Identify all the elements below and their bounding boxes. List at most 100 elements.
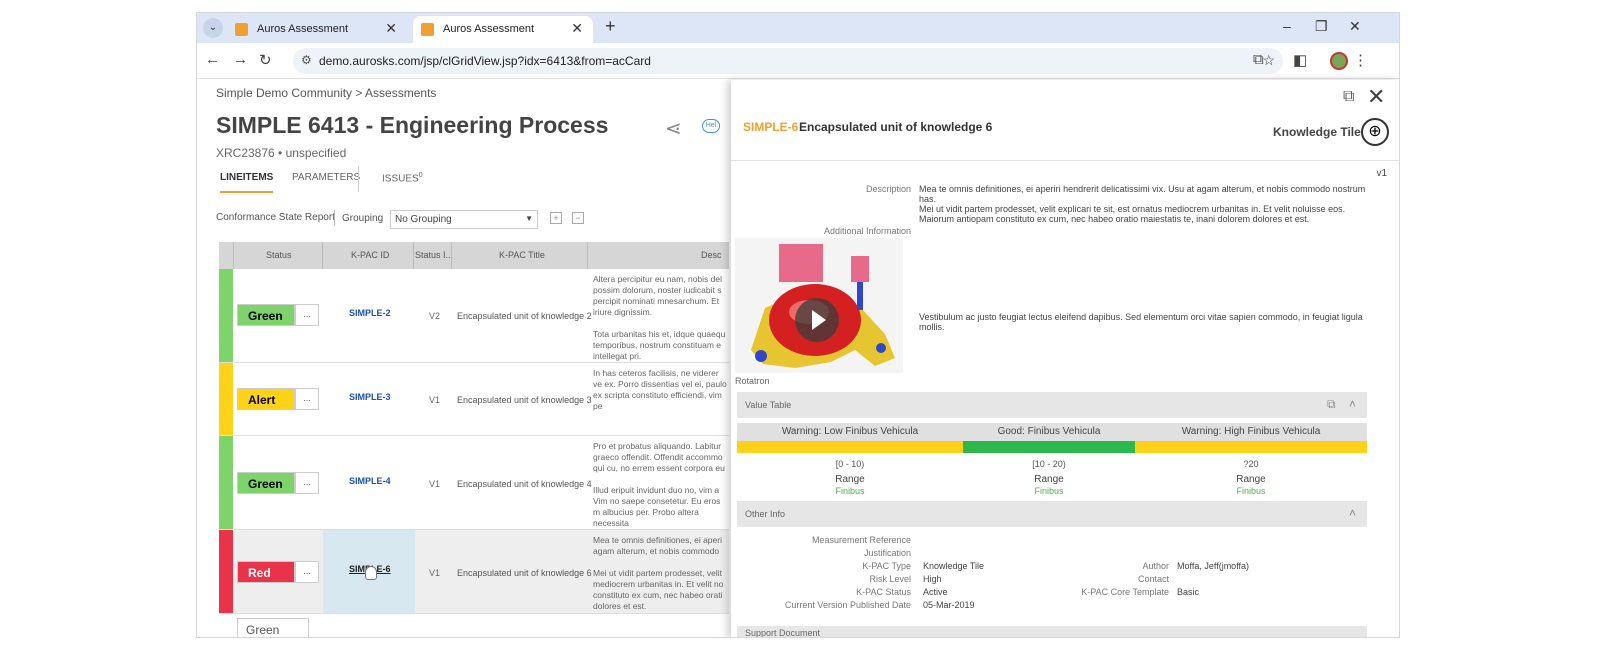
more-button[interactable]: ... — [295, 472, 319, 494]
menu-icon[interactable]: ⋮ — [1353, 51, 1368, 69]
help-button[interactable]: Hel — [702, 119, 720, 133]
video-thumbnail[interactable] — [735, 238, 903, 373]
grid-header: Status K-PAC ID Status I... K-PAC Title … — [219, 242, 729, 269]
field-value: Knowledge Tile — [923, 561, 985, 571]
close-icon[interactable]: ✕ — [1367, 84, 1385, 110]
table-row[interactable]: Green ... SIMPLE-4 V1 Encapsulated unit … — [219, 436, 729, 530]
additional-info-label: Additional Information — [823, 226, 911, 236]
tab-search-icon[interactable]: ⌄ — [203, 18, 223, 38]
field-value: Basic — [1177, 587, 1200, 597]
status-bar — [219, 269, 233, 362]
more-button[interactable]: ... — [295, 304, 319, 326]
panel-kpac-id: SIMPLE-6 — [743, 120, 799, 134]
range-sub: Finibus — [1236, 486, 1266, 496]
bookmark-star-icon[interactable]: ☆ — [1262, 52, 1275, 69]
col-status-i[interactable]: Status I... — [415, 250, 453, 260]
more-button[interactable]: ... — [295, 561, 319, 583]
chevron-down-icon: ▼ — [525, 214, 533, 223]
field-value: Active — [923, 587, 948, 597]
tab-close-icon[interactable]: ✕ — [385, 20, 397, 37]
other-info-header[interactable]: Other Info ˄ — [737, 501, 1367, 527]
support-document-header[interactable]: Support Document — [737, 626, 1367, 637]
table-row-selected[interactable]: Red ... SIMPLE-6 V1 Encapsulated unit of… — [219, 530, 729, 614]
status-bar — [219, 436, 233, 529]
hand-cursor-icon — [365, 566, 377, 580]
status-bar — [219, 363, 233, 435]
profile-avatar[interactable] — [1330, 52, 1348, 70]
tab-title: Auros Assessment — [443, 23, 535, 35]
tab-parameters[interactable]: PARAMETERS — [292, 172, 360, 183]
grid-toolbar: Conformance State Report Grouping No Gro… — [216, 210, 736, 234]
status-badge[interactable]: Red — [237, 561, 295, 583]
status-badge-partial[interactable]: Green — [237, 618, 309, 637]
tab-lineitems[interactable]: LINEITEMS — [220, 172, 274, 193]
external-link-icon[interactable]: ⧉ — [1343, 88, 1354, 106]
field-value: Moffa, Jeff(jmoffa) — [1177, 561, 1250, 571]
col-status[interactable]: Status — [266, 250, 292, 260]
auros-logo-icon — [235, 23, 248, 36]
conformance-report-link[interactable]: Conformance State Report — [216, 212, 335, 223]
play-icon[interactable] — [795, 298, 839, 342]
window-close-button[interactable]: ✕ — [1349, 18, 1361, 35]
collapse-icon[interactable]: ˄ — [1349, 397, 1356, 411]
col-divider — [451, 242, 452, 269]
new-tab-button[interactable]: + — [605, 16, 616, 37]
url-field[interactable]: ⚙ demo.aurosks.com/jsp/clGridView.jsp?id… — [293, 48, 1283, 74]
range-sub: Finibus — [835, 486, 865, 496]
kpac-id-link[interactable]: SIMPLE-2 — [349, 308, 391, 318]
kpac-id-link[interactable]: SIMPLE-4 — [349, 476, 391, 486]
reload-icon[interactable]: ↻ — [259, 51, 272, 69]
external-link-icon[interactable]: ⧉ — [1327, 397, 1336, 412]
status-badge[interactable]: Alert — [237, 388, 295, 410]
col-divider — [322, 242, 323, 269]
tab-close-icon[interactable]: ✕ — [571, 20, 583, 37]
table-row[interactable]: Alert ... SIMPLE-3 V1 Encapsulated unit … — [219, 363, 729, 436]
table-row[interactable]: Green ... SIMPLE-2 V2 Encapsulated unit … — [219, 269, 729, 363]
col-kpac-id[interactable]: K-PAC ID — [351, 250, 389, 260]
extensions-icon[interactable]: ⧉ — [1253, 51, 1264, 68]
restore-button[interactable]: ❐ — [1315, 18, 1328, 35]
field-label: Author — [1142, 561, 1169, 571]
field-label: K-PAC Type — [862, 561, 911, 571]
breadcrumb[interactable]: Simple Demo Community > Assessments — [216, 86, 436, 100]
sidebar-icon[interactable]: ◧ — [1293, 51, 1307, 69]
col-divider — [413, 242, 414, 269]
grouping-select[interactable]: No Grouping ▼ — [390, 210, 538, 229]
expand-all-button[interactable]: + — [550, 212, 562, 224]
divider — [731, 160, 1399, 161]
forward-icon[interactable]: → — [233, 51, 248, 68]
field-label: K-PAC Status — [856, 587, 911, 597]
collapse-icon[interactable]: ˄ — [1349, 506, 1356, 520]
page-title: SIMPLE 6413 - Engineering Process — [216, 112, 609, 138]
field-label: Risk Level — [869, 574, 911, 584]
browser-tab-2[interactable]: Auros Assessment ✕ — [413, 16, 593, 43]
share-icon[interactable]: ⋖ — [665, 116, 682, 141]
band-high — [1135, 441, 1367, 453]
version-text: V1 — [429, 395, 441, 405]
value-table-header[interactable]: Value Table ⧉ ˄ — [737, 392, 1367, 418]
tab-issues[interactable]: ISSUES0 — [382, 172, 423, 184]
grouping-value: No Grouping — [395, 214, 452, 225]
value-col-low: Warning: Low Finibus Vehicula — [781, 426, 919, 437]
collapse-all-button[interactable]: − — [572, 212, 584, 224]
minimize-button[interactable]: – — [1283, 18, 1291, 34]
site-info-icon[interactable]: ⚙ — [301, 53, 312, 67]
back-icon[interactable]: ← — [205, 51, 220, 68]
kpac-title: Encapsulated unit of knowledge 3 — [457, 395, 592, 405]
field-label: Measurement Reference — [811, 535, 911, 545]
range-kind: Range — [835, 474, 865, 485]
kpac-id-link[interactable]: SIMPLE-3 — [349, 392, 391, 402]
description-value: Mea te omnis definitiones, ei aperiri he… — [919, 184, 1366, 204]
browser-tab-1[interactable]: Auros Assessment ✕ — [227, 16, 407, 43]
more-button[interactable]: ... — [295, 388, 319, 410]
version-text: V2 — [429, 311, 441, 321]
status-badge[interactable]: Green — [237, 304, 295, 326]
col-desc[interactable]: Desc — [701, 250, 722, 260]
col-divider — [233, 242, 234, 269]
col-kpac-title[interactable]: K-PAC Title — [499, 250, 545, 260]
description-text: Altera percipitur eu nam, nobis del poss… — [593, 274, 726, 361]
value-col-high: Warning: High Finibus Vehicula — [1181, 426, 1321, 437]
version-text: V1 — [429, 568, 441, 578]
status-badge[interactable]: Green — [237, 472, 295, 494]
field-value: 05-Mar-2019 — [923, 600, 975, 610]
